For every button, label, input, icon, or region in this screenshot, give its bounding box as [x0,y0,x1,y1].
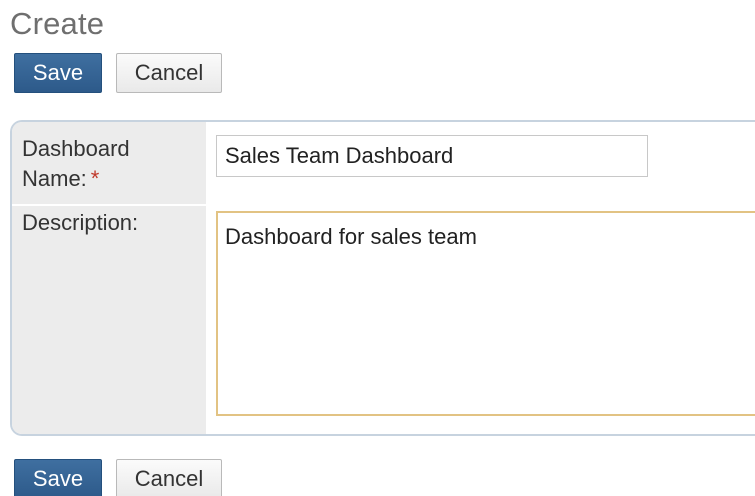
cancel-button-bottom[interactable]: Cancel [116,459,222,496]
save-button-top[interactable]: Save [14,53,102,93]
dashboard-name-input[interactable] [216,135,648,177]
dashboard-name-label: Dashboard Name: * [22,134,192,194]
row-divider [12,204,755,206]
save-button-bottom[interactable]: Save [14,459,102,496]
cancel-button-top[interactable]: Cancel [116,53,222,93]
required-marker: * [90,166,100,191]
description-label: Description: [22,210,139,235]
dashboard-form-panel: Dashboard Name:* Description: Dashboard … [10,120,755,436]
create-dashboard-page: Create Save Cancel Dashboard Name:* Desc… [0,0,755,496]
dashboard-name-label-text: Dashboard Name: [22,136,130,191]
page-title: Create [10,6,105,41]
description-textarea[interactable]: Dashboard for sales team [216,211,755,416]
